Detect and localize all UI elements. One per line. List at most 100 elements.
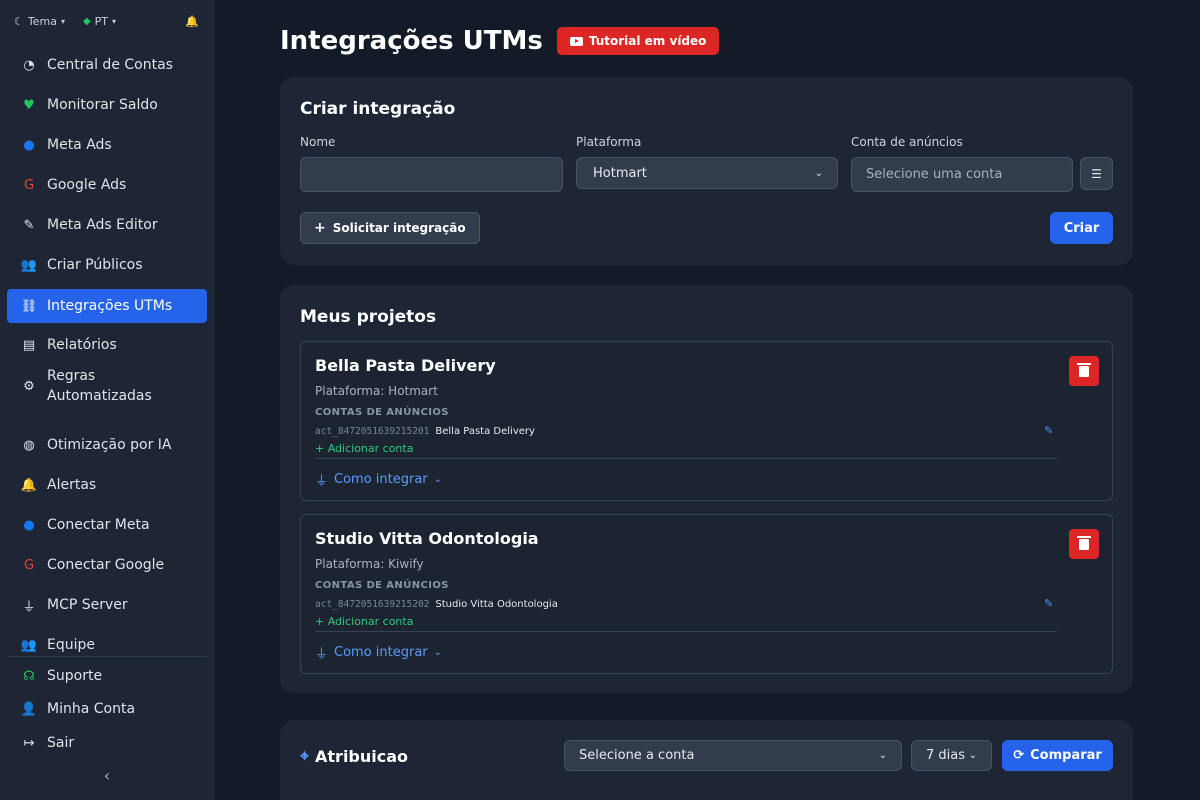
user-icon: 👤: [20, 701, 38, 717]
ad-account-id: act_8472051639215202: [315, 599, 430, 610]
sidebar-item-criar-públicos[interactable]: 👥 Criar Públicos: [7, 248, 207, 282]
sidebar-item-otimização-por-ia[interactable]: ◍ Otimização por IA: [7, 428, 207, 462]
facebook-icon: ●: [23, 137, 35, 153]
sidebar-item-label: Monitorar Saldo: [47, 97, 158, 113]
caret-down-icon: ▾: [112, 16, 117, 26]
facebook-icon: ●: [23, 517, 35, 533]
ad-account-id: act_8472051639215201: [315, 426, 430, 437]
sidebar-item-label: Regras Automatizadas: [47, 368, 152, 404]
divider: [315, 458, 1057, 459]
sidebar-item-monitorar-saldo[interactable]: ♥ Monitorar Saldo: [7, 88, 207, 122]
chevron-down-icon: ⌄: [878, 750, 887, 761]
trash-icon: [1077, 535, 1091, 550]
chevron-down-icon: ⌄: [968, 750, 977, 761]
platform-select-value: Hotmart: [593, 165, 647, 181]
add-account-link[interactable]: + Adicionar conta: [315, 442, 413, 455]
how-to-integrate-toggle[interactable]: ⏚ Como integrar ⌄: [315, 643, 442, 662]
youtube-icon: [569, 36, 583, 46]
name-input[interactable]: [300, 157, 563, 192]
project-card: Studio Vitta Odontologia Plataforma: Kiwi…: [300, 514, 1113, 674]
delete-project-button[interactable]: [1069, 356, 1099, 386]
sidebar-item-meta-ads-editor[interactable]: ✎ Meta Ads Editor: [7, 208, 207, 242]
sidebar-item-label: Meta Ads Editor: [47, 217, 158, 233]
plug-icon: ⏚: [315, 647, 329, 662]
ad-accounts-heading: CONTAS DE ANÚNCIOS: [315, 580, 449, 591]
sidebar-item-alertas[interactable]: 🔔 Alertas: [7, 468, 207, 502]
project-platform: Plataforma: Hotmart: [315, 384, 438, 398]
sidebar-item-meta-ads[interactable]: ● Meta Ads: [7, 128, 207, 162]
ad-account-name: Studio Vitta Odontologia: [435, 599, 558, 610]
my-projects-title: Meus projetos: [300, 307, 437, 327]
notifications-bell-icon[interactable]: 🔔: [185, 15, 199, 28]
brain-icon: ◍: [23, 437, 35, 453]
tutorial-video-button[interactable]: Tutorial em vídeo: [556, 27, 720, 55]
sidebar-item-mcp-server[interactable]: ⏚ MCP Server: [7, 588, 207, 622]
google-icon: G: [23, 557, 35, 573]
refresh-icon: ⟳: [1013, 748, 1025, 763]
attribution-title: ⌖ Atribuicao: [300, 746, 409, 766]
ad-account-name: Bella Pasta Delivery: [435, 426, 535, 437]
period-select[interactable]: 7 dias ⌄: [911, 740, 992, 771]
sidebar-item-sair[interactable]: ↦ Sair: [7, 726, 207, 760]
file-icon: ▤: [22, 337, 36, 353]
create-button[interactable]: Criar: [1050, 212, 1113, 244]
ad-account-input[interactable]: Selecione uma conta: [851, 157, 1073, 192]
sidebar-item-label: Relatórios: [47, 337, 117, 353]
sidebar-item-label: Minha Conta: [47, 701, 136, 717]
users-icon: 👥: [20, 257, 38, 273]
sidebar-item-label: Suporte: [47, 668, 103, 684]
page-title: Integrações UTMs: [280, 26, 543, 56]
pie-chart-icon: ◔: [23, 57, 35, 73]
sidebar-item-regras-automatizadas[interactable]: ⚙ Regras Automatizadas: [7, 363, 207, 409]
sidebar-item-label: Meta Ads: [47, 137, 112, 153]
google-icon: G: [23, 177, 35, 193]
sidebar-item-label: Google Ads: [47, 177, 127, 193]
period-value: 7 dias: [926, 748, 966, 763]
main-content: Integrações UTMs Tutorial em vídeo Criar…: [214, 0, 1200, 800]
sidebar-item-google-ads[interactable]: G Google Ads: [7, 168, 207, 202]
platform-label: Plataforma: [576, 135, 642, 149]
request-integration-button[interactable]: + Solicitar integração: [300, 212, 480, 244]
attribution-account-value: Selecione a conta: [579, 748, 695, 763]
pencil-icon[interactable]: ✎: [1044, 597, 1053, 610]
tutorial-video-label: Tutorial em vídeo: [588, 34, 707, 48]
ad-accounts-heading: CONTAS DE ANÚNCIOS: [315, 407, 449, 418]
compare-button[interactable]: ⟳ Comparar: [1002, 740, 1113, 771]
how-to-integrate-toggle[interactable]: ⏚ Como integrar ⌄: [315, 470, 442, 489]
heart-pulse-icon: ♥: [23, 97, 35, 113]
language-selector[interactable]: ◆ PT ▾: [83, 15, 116, 28]
sidebar-item-conectar-meta[interactable]: ● Conectar Meta: [7, 508, 207, 542]
robot-icon: ⚙: [23, 378, 35, 394]
sidebar-item-label: Central de Contas: [47, 57, 173, 73]
collapse-sidebar-chevron-icon[interactable]: ‹: [0, 766, 214, 785]
trash-icon: [1077, 362, 1091, 377]
sidebar-item-label: Conectar Google: [47, 557, 165, 573]
attribution-account-select[interactable]: Selecione a conta ⌄: [564, 740, 902, 771]
platform-select[interactable]: Hotmart ⌄: [576, 157, 838, 189]
create-button-label: Criar: [1063, 220, 1100, 236]
sidebar-item-relatórios[interactable]: ▤ Relatórios: [7, 328, 207, 362]
project-name: Bella Pasta Delivery: [315, 356, 496, 375]
sidebar-item-central-de-contas[interactable]: ◔ Central de Contas: [7, 48, 207, 82]
delete-project-button[interactable]: [1069, 529, 1099, 559]
sidebar-item-integrações-utms[interactable]: ⛓ Integrações UTMs: [7, 289, 207, 323]
sidebar-item-conectar-google[interactable]: G Conectar Google: [7, 548, 207, 582]
sidebar-item-label: Otimização por IA: [47, 437, 172, 453]
sidebar-item-label: Sair: [47, 735, 75, 751]
sidebar: ☾ Tema ▾ ◆ PT ▾ 🔔 ◔ Central de Contas ♥ Mon…: [0, 0, 214, 800]
caret-down-icon: ▾: [60, 16, 65, 26]
sidebar-item-suporte[interactable]: ☊ Suporte: [7, 659, 207, 693]
compare-label: Comparar: [1030, 748, 1102, 763]
theme-toggle[interactable]: ☾ Tema ▾: [14, 15, 65, 28]
plug-icon: ⏚: [22, 599, 36, 615]
account-list-button[interactable]: ☰: [1080, 157, 1113, 190]
chevron-down-icon: ⌄: [433, 474, 443, 485]
sidebar-divider: [7, 656, 207, 657]
list-icon: ☰: [1091, 166, 1102, 181]
pencil-icon[interactable]: ✎: [1044, 424, 1053, 437]
sidebar-item-minha-conta[interactable]: 👤 Minha Conta: [7, 692, 207, 726]
add-account-link[interactable]: + Adicionar conta: [315, 615, 413, 628]
project-name: Studio Vitta Odontologia: [315, 529, 539, 548]
divider: [315, 631, 1057, 632]
ad-account-placeholder: Selecione uma conta: [866, 167, 1003, 182]
